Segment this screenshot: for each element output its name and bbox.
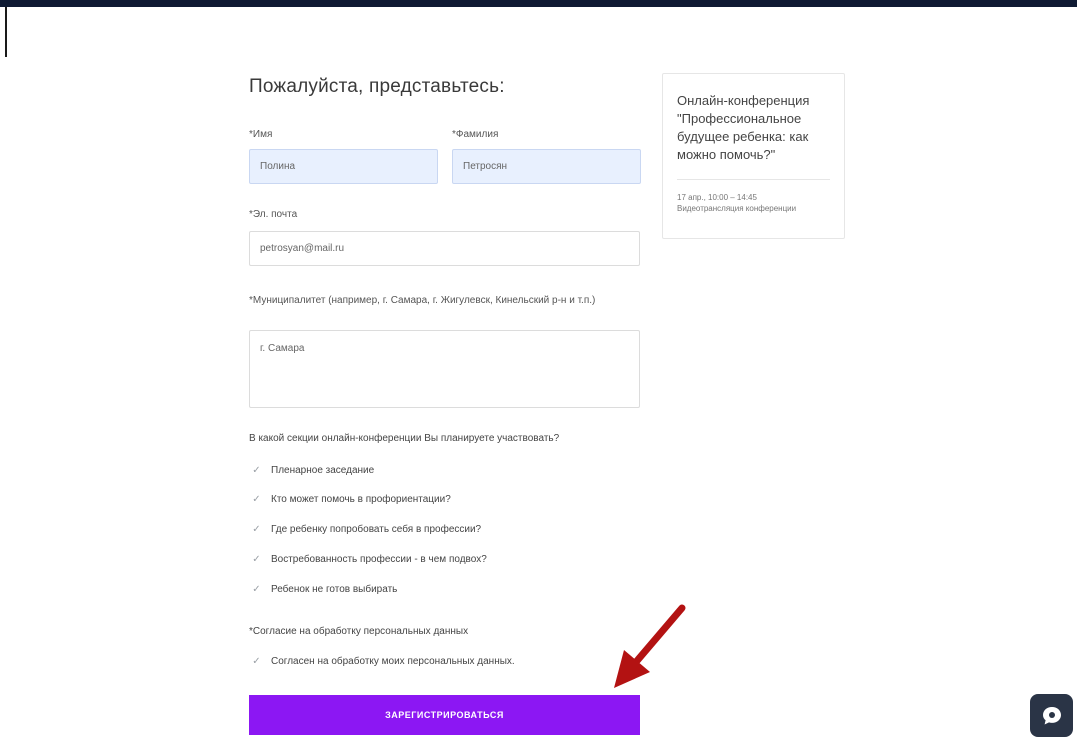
section-label: Пленарное заседание [271,465,375,476]
email-field[interactable]: petrosyan@mail.ru [249,231,640,266]
conference-card: Онлайн-конференция "Профессиональное буд… [662,73,845,239]
check-icon: ✓ [252,494,261,505]
last-name-label: *Фамилия [452,129,499,140]
last-name-field[interactable]: Петросян [452,149,641,184]
conference-subtitle: Видеотрансляция конференции [677,204,797,213]
page-title: Пожалуйста, представьтесь: [249,76,505,97]
conference-title: Онлайн-конференция "Профессиональное буд… [677,93,810,162]
consent-label: Согласен на обработку моих персональных … [271,656,515,667]
section-checkbox-plenary[interactable]: ✓ Пленарное заседание [251,465,374,476]
register-button[interactable]: ЗАРЕГИСТРИРОВАТЬСЯ [249,695,640,735]
first-name-label: *Имя [249,129,273,140]
check-icon: ✓ [252,524,261,535]
section-checkbox-try-profession[interactable]: ✓ Где ребенку попробовать себя в професс… [251,524,481,535]
section-checkbox-not-ready[interactable]: ✓ Ребенок не готов выбирать [251,584,397,595]
email-label: *Эл. почта [249,209,298,220]
consent-checkbox[interactable]: ✓ Согласен на обработку моих персональны… [251,656,515,667]
section-label: Ребенок не готов выбирать [271,584,398,595]
check-icon: ✓ [252,554,261,565]
card-divider [677,179,830,180]
left-edge-divider [5,7,7,57]
first-name-field[interactable]: Полина [249,149,438,184]
consent-title: *Согласие на обработку персональных данн… [249,626,469,637]
municipality-label: *Муниципалитет (например, г. Самара, г. … [249,295,596,306]
check-icon: ✓ [252,656,261,667]
arrow-icon [614,604,686,688]
chat-icon [1042,706,1061,724]
section-label: Кто может помочь в профориентации? [271,494,451,505]
top-navbar [0,0,1077,7]
section-checkbox-demand[interactable]: ✓ Востребованность профессии - в чем под… [251,554,487,565]
check-icon: ✓ [252,584,261,595]
municipality-textarea[interactable]: г. Самара [249,330,640,408]
conference-date: 17 апр., 10:00 – 14:45 [677,193,757,202]
check-icon: ✓ [252,465,261,476]
section-label: Где ребенку попробовать себя в профессии… [271,524,482,535]
sections-question: В какой секции онлайн-конференции Вы пла… [249,433,560,444]
chat-button[interactable] [1030,694,1073,737]
section-checkbox-career-help[interactable]: ✓ Кто может помочь в профориентации? [251,494,451,505]
section-label: Востребованность профессии - в чем подво… [271,554,487,565]
